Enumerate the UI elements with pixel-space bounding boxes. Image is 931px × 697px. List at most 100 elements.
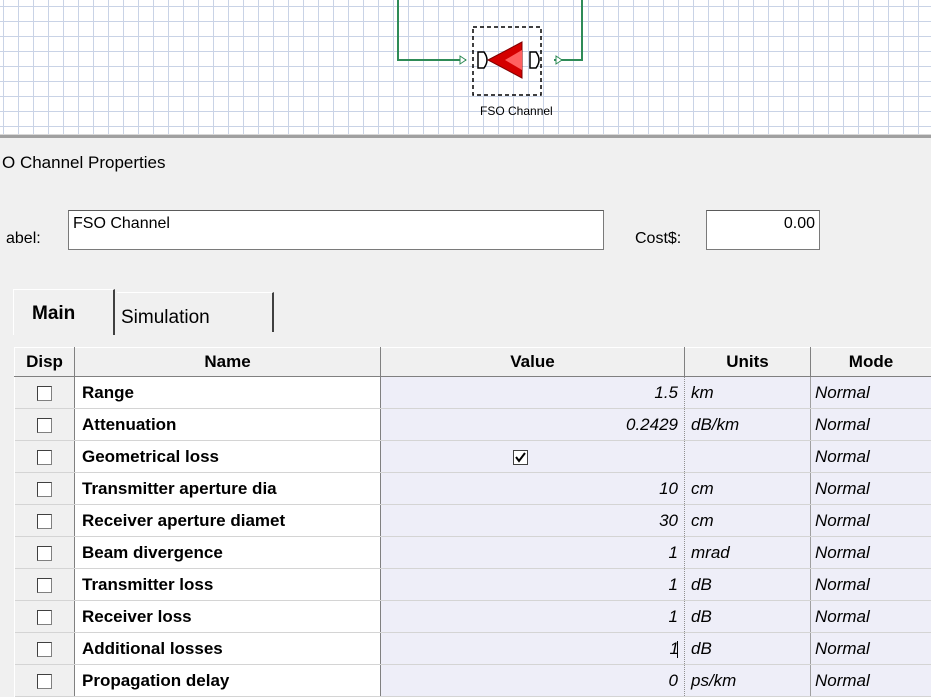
display-checkbox[interactable] bbox=[36, 417, 52, 433]
param-value[interactable] bbox=[380, 440, 685, 473]
param-mode[interactable]: Normal bbox=[810, 376, 931, 409]
param-value[interactable]: 1 bbox=[380, 632, 685, 665]
param-units: dB bbox=[684, 632, 811, 665]
label-input[interactable]: FSO Channel bbox=[68, 210, 604, 250]
param-value[interactable]: 30 bbox=[380, 504, 685, 537]
param-mode[interactable]: Normal bbox=[810, 504, 931, 537]
col-header-disp[interactable]: Disp bbox=[14, 347, 75, 377]
param-value[interactable]: 1.5 bbox=[380, 376, 685, 409]
param-value-text: 1.5 bbox=[654, 382, 678, 402]
param-units: dB bbox=[684, 600, 811, 633]
param-value-text: 10 bbox=[659, 478, 678, 498]
col-header-units[interactable]: Units bbox=[684, 347, 811, 377]
param-mode[interactable]: Normal bbox=[810, 472, 931, 505]
param-name: Additional losses bbox=[74, 632, 381, 665]
param-units: cm bbox=[684, 472, 811, 505]
col-header-name[interactable]: Name bbox=[74, 347, 381, 377]
fso-channel-component[interactable] bbox=[0, 0, 931, 134]
cost-caption: Cost$: bbox=[635, 230, 682, 247]
cost-input[interactable]: 0.00 bbox=[706, 210, 820, 250]
disp-cell bbox=[14, 472, 75, 505]
col-header-mode[interactable]: Mode bbox=[810, 347, 931, 377]
table-row[interactable]: Additional losses 1 dB Normal bbox=[14, 632, 931, 665]
display-checkbox[interactable] bbox=[36, 385, 52, 401]
disp-cell bbox=[14, 408, 75, 441]
param-value[interactable]: 0 bbox=[380, 664, 685, 697]
param-value[interactable]: 0.2429 bbox=[380, 408, 685, 441]
value-checkbox[interactable] bbox=[513, 449, 528, 465]
table-row[interactable]: Range 1.5 km Normal bbox=[14, 376, 931, 409]
param-mode[interactable]: Normal bbox=[810, 632, 931, 665]
param-mode[interactable]: Normal bbox=[810, 408, 931, 441]
disp-cell bbox=[14, 664, 75, 697]
table-row[interactable]: Transmitter loss 1 dB Normal bbox=[14, 568, 931, 601]
disp-cell bbox=[14, 632, 75, 665]
param-name: Geometrical loss bbox=[74, 440, 381, 473]
param-name: Attenuation bbox=[74, 408, 381, 441]
display-checkbox[interactable] bbox=[36, 449, 52, 465]
param-value-text: 1 bbox=[668, 606, 678, 626]
param-mode[interactable]: Normal bbox=[810, 440, 931, 473]
window-title: O Channel Properties bbox=[2, 153, 166, 172]
table-header-row: Disp Name Value Units Mode bbox=[14, 347, 931, 377]
param-value[interactable]: 10 bbox=[380, 472, 685, 505]
disp-cell bbox=[14, 600, 75, 633]
param-units bbox=[684, 440, 811, 473]
param-mode[interactable]: Normal bbox=[810, 664, 931, 697]
param-value[interactable]: 1 bbox=[380, 600, 685, 633]
param-name: Receiver aperture diamet bbox=[74, 504, 381, 537]
param-value-text: 1 bbox=[668, 542, 678, 562]
display-checkbox[interactable] bbox=[36, 577, 52, 593]
display-checkbox[interactable] bbox=[36, 641, 52, 657]
check-icon bbox=[515, 451, 526, 463]
schematic-canvas[interactable]: FSO Channel bbox=[0, 0, 931, 134]
display-checkbox[interactable] bbox=[36, 609, 52, 625]
table-row[interactable]: Receiver loss 1 dB Normal bbox=[14, 600, 931, 633]
splitter[interactable] bbox=[0, 134, 931, 138]
param-name: Transmitter aperture dia bbox=[74, 472, 381, 505]
param-name: Transmitter loss bbox=[74, 568, 381, 601]
param-units: km bbox=[684, 376, 811, 409]
param-mode[interactable]: Normal bbox=[810, 600, 931, 633]
param-value-text: 0.2429 bbox=[626, 414, 678, 434]
output-wire bbox=[554, 0, 583, 61]
param-name: Range bbox=[74, 376, 381, 409]
parameters-table: Disp Name Value Units Mode Range 1.5 km Nor… bbox=[14, 347, 931, 697]
param-units: ps/km bbox=[684, 664, 811, 697]
display-checkbox[interactable] bbox=[36, 513, 52, 529]
display-checkbox[interactable] bbox=[36, 481, 52, 497]
param-name: Beam divergence bbox=[74, 536, 381, 569]
param-units: dB/km bbox=[684, 408, 811, 441]
table-row[interactable]: Attenuation 0.2429 dB/km Normal bbox=[14, 408, 931, 441]
tab-main[interactable]: Main bbox=[13, 289, 115, 335]
table-row[interactable]: Beam divergence 1 mrad Normal bbox=[14, 536, 931, 569]
component-label: FSO Channel bbox=[480, 104, 553, 118]
param-units: cm bbox=[684, 504, 811, 537]
table-row[interactable]: Transmitter aperture dia 10 cm Normal bbox=[14, 472, 931, 505]
param-units: mrad bbox=[684, 536, 811, 569]
label-caption: abel: bbox=[6, 230, 41, 247]
display-checkbox[interactable] bbox=[36, 673, 52, 689]
disp-cell bbox=[14, 504, 75, 537]
disp-cell bbox=[14, 440, 75, 473]
param-name: Propagation delay bbox=[74, 664, 381, 697]
disp-cell bbox=[14, 376, 75, 409]
param-value-text: 1 bbox=[668, 574, 678, 594]
param-mode[interactable]: Normal bbox=[810, 536, 931, 569]
param-mode[interactable]: Normal bbox=[810, 568, 931, 601]
param-value[interactable]: 1 bbox=[380, 568, 685, 601]
param-value-text: 0 bbox=[668, 670, 678, 690]
display-checkbox[interactable] bbox=[36, 545, 52, 561]
tab-simulation[interactable]: Simulation bbox=[117, 292, 274, 332]
input-wire bbox=[397, 0, 466, 61]
disp-cell bbox=[14, 536, 75, 569]
table-row[interactable]: Receiver aperture diamet 30 cm Normal bbox=[14, 504, 931, 537]
col-header-value[interactable]: Value bbox=[380, 347, 685, 377]
disp-cell bbox=[14, 568, 75, 601]
param-value[interactable]: 1 bbox=[380, 536, 685, 569]
text-cursor bbox=[677, 640, 678, 658]
table-row[interactable]: Geometrical loss Normal bbox=[14, 440, 931, 473]
param-value-text: 30 bbox=[659, 510, 678, 530]
table-row[interactable]: Propagation delay 0 ps/km Normal bbox=[14, 664, 931, 697]
param-units: dB bbox=[684, 568, 811, 601]
